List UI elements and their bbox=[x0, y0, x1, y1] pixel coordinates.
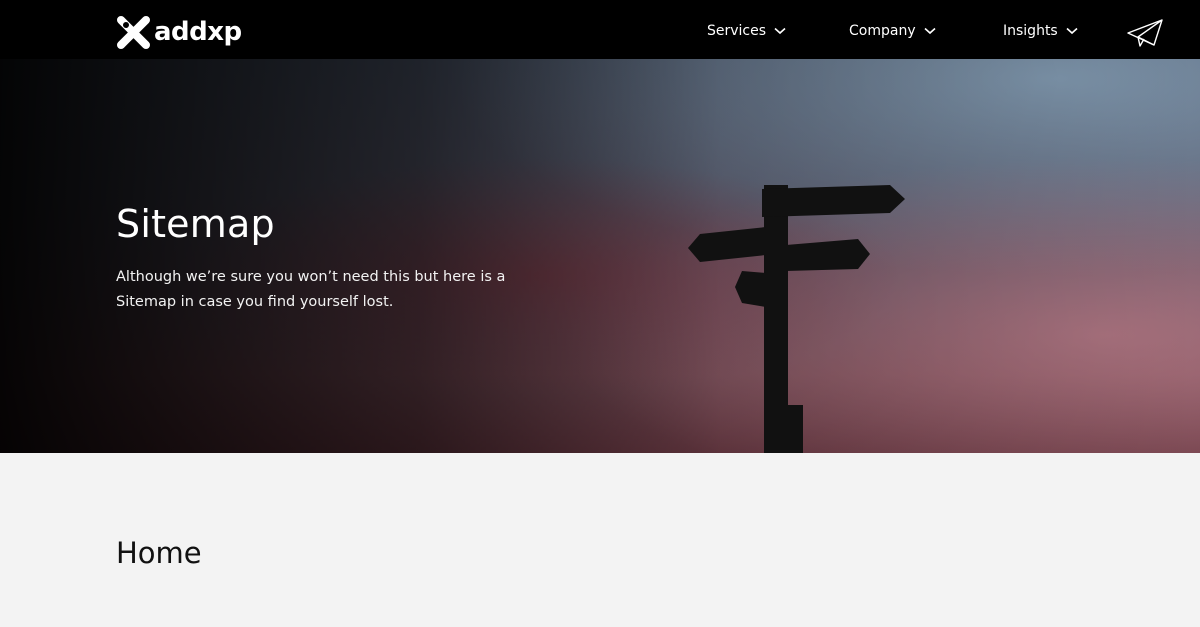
nav-services[interactable]: Services bbox=[707, 20, 786, 42]
nav-insights[interactable]: Insights bbox=[1003, 20, 1078, 42]
signpost-sunset-image bbox=[0, 59, 1200, 453]
addxp-x-logo-icon bbox=[117, 15, 150, 49]
section-heading-home: Home bbox=[116, 536, 202, 570]
hero-description: Although we’re sure you won’t need this … bbox=[116, 269, 506, 310]
chevron-down-icon bbox=[774, 27, 786, 35]
nav-services-label: Services bbox=[707, 23, 767, 39]
chevron-down-icon bbox=[1066, 27, 1078, 35]
paper-plane-icon bbox=[1127, 19, 1163, 47]
nav-company[interactable]: Company bbox=[849, 20, 936, 42]
brand-logo[interactable]: addxp bbox=[116, 15, 242, 49]
chevron-down-icon bbox=[924, 27, 936, 35]
nav-insights-label: Insights bbox=[1003, 23, 1058, 39]
top-navbar: addxp Services Company Insights bbox=[0, 0, 1200, 59]
page-title: Sitemap bbox=[116, 202, 275, 246]
hero-banner: Sitemap Although we’re sure you won’t ne… bbox=[0, 59, 1200, 453]
contact-send-button[interactable] bbox=[1126, 18, 1164, 48]
brand-name: addxp bbox=[154, 17, 242, 47]
nav-company-label: Company bbox=[849, 23, 916, 39]
